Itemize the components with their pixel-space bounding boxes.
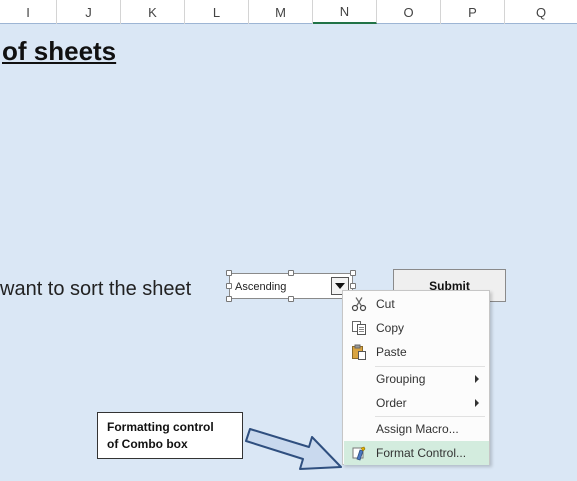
submenu-arrow-icon [475, 399, 479, 407]
menu-item-assign-macro[interactable]: Assign Macro... [344, 417, 489, 441]
column-header-l[interactable]: L [185, 0, 249, 24]
menu-item-label: Grouping [376, 372, 426, 386]
sort-order-combo-box[interactable]: Ascending [226, 270, 356, 302]
resize-handle-bottom-left[interactable] [226, 296, 232, 302]
format-control-icon [344, 441, 374, 465]
resize-handle-bottom[interactable] [288, 296, 294, 302]
menu-item-format-control[interactable]: Format Control... [344, 441, 489, 465]
column-header-i[interactable]: I [0, 0, 57, 24]
callout-arrow-icon [245, 428, 342, 470]
menu-item-paste[interactable]: Paste [344, 340, 489, 364]
column-header: I J K L M N O P Q [0, 0, 577, 24]
resize-handle-left[interactable] [226, 283, 232, 289]
menu-item-label: Order [376, 396, 407, 410]
callout-line-1: Formatting control [107, 420, 214, 434]
chevron-down-icon [335, 283, 345, 289]
menu-item-order[interactable]: Order [344, 391, 489, 415]
resize-handle-top[interactable] [288, 270, 294, 276]
resize-handle-right[interactable] [350, 283, 356, 289]
column-header-n[interactable]: N [313, 0, 377, 24]
column-header-q[interactable]: Q [505, 0, 577, 24]
column-header-k[interactable]: K [121, 0, 185, 24]
scissors-icon [344, 292, 374, 316]
menu-item-label: Cut [376, 297, 395, 311]
copy-icon [344, 316, 374, 340]
menu-item-cut[interactable]: Cut [344, 292, 489, 316]
sort-prompt-text: want to sort the sheet [0, 278, 192, 300]
callout-line-2: of Combo box [107, 437, 188, 451]
column-header-j[interactable]: J [57, 0, 121, 24]
menu-item-label: Copy [376, 321, 405, 335]
paste-icon [344, 340, 374, 364]
context-menu: Cut Copy Paste Grouping Order Assign Mac… [342, 290, 490, 465]
submenu-arrow-icon [475, 375, 479, 383]
sheet-title: of sheets [2, 36, 117, 66]
menu-item-copy[interactable]: Copy [344, 316, 489, 340]
menu-item-label: Format Control... [376, 446, 467, 460]
column-header-o[interactable]: O [377, 0, 441, 24]
menu-item-grouping[interactable]: Grouping [344, 367, 489, 391]
combo-box-value: Ascending [235, 281, 287, 293]
column-header-m[interactable]: M [249, 0, 313, 24]
menu-item-label: Assign Macro... [376, 422, 459, 436]
resize-handle-top-left[interactable] [226, 270, 232, 276]
annotation-callout: Formatting control of Combo box [97, 412, 243, 459]
menu-item-label: Paste [376, 345, 407, 359]
column-header-p[interactable]: P [441, 0, 505, 24]
resize-handle-top-right[interactable] [350, 270, 356, 276]
